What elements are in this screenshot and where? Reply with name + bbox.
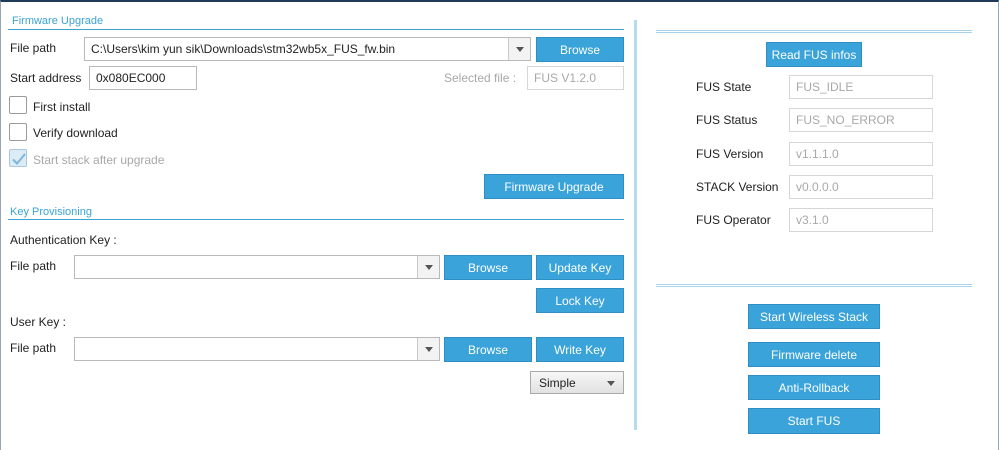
fus-info-bottom-divider — [656, 284, 972, 287]
fus-version-label: FUS Version — [696, 147, 764, 161]
user-key-label: User Key : — [10, 315, 67, 329]
firmware-upgrade-title: Firmware Upgrade — [12, 15, 104, 27]
user-browse-button[interactable]: Browse — [444, 337, 532, 362]
fus-operator-field: v3.1.0 — [789, 208, 933, 232]
fus-operator-label: FUS Operator — [696, 213, 771, 227]
start-wireless-stack-button[interactable]: Start Wireless Stack — [748, 304, 880, 329]
firmware-delete-button[interactable]: Firmware delete — [748, 342, 880, 367]
stack-version-label: STACK Version — [696, 180, 779, 194]
auth-file-path-label: File path — [10, 259, 57, 273]
read-fus-infos-button[interactable]: Read FUS infos — [766, 42, 862, 67]
user-file-path-label: File path — [10, 341, 57, 355]
firmware-upgrade-divider — [8, 29, 624, 30]
panel-separator — [634, 20, 637, 430]
lock-key-button[interactable]: Lock Key — [536, 288, 624, 313]
key-provisioning-title: Key Provisioning — [10, 206, 92, 218]
start-address-input[interactable]: 0x080EC000 — [89, 66, 197, 90]
file-path-label: File path — [10, 41, 57, 55]
start-fus-button[interactable]: Start FUS — [748, 408, 880, 434]
fus-version-field: v1.1.1.0 — [789, 142, 933, 166]
key-provisioning-divider — [8, 219, 624, 220]
start-address-label: Start address — [10, 71, 82, 85]
auth-key-label: Authentication Key : — [10, 233, 117, 247]
checkmark-icon — [12, 153, 26, 165]
fus-status-field: FUS_NO_ERROR — [789, 108, 933, 132]
verify-download-label: Verify download — [33, 126, 118, 140]
stack-version-field: v0.0.0.0 — [789, 175, 933, 199]
verify-download-checkbox[interactable] — [9, 123, 27, 141]
fus-info-top-divider — [656, 30, 972, 33]
write-key-button[interactable]: Write Key — [536, 337, 624, 362]
chevron-down-icon[interactable] — [508, 38, 530, 60]
key-type-selected: Simple — [539, 375, 576, 390]
selected-file-label: Selected file : — [444, 71, 517, 85]
chevron-down-icon[interactable] — [417, 338, 439, 360]
firmware-upgrade-button[interactable]: Firmware Upgrade — [484, 174, 624, 199]
first-install-checkbox[interactable] — [9, 96, 27, 114]
file-path-value: C:\Users\kim yun sik\Downloads\stm32wb5x… — [91, 42, 396, 56]
selected-file-field: FUS V1.2.0 — [527, 66, 624, 90]
first-install-label: First install — [33, 100, 91, 114]
auth-browse-button[interactable]: Browse — [444, 255, 532, 280]
user-file-path-combobox[interactable] — [74, 337, 440, 361]
fus-status-label: FUS Status — [696, 113, 758, 127]
dropdown-arrow-icon — [607, 381, 615, 386]
auth-file-path-combobox[interactable] — [74, 255, 440, 279]
fus-state-field: FUS_IDLE — [789, 75, 933, 99]
start-stack-label: Start stack after upgrade — [33, 153, 165, 167]
update-key-button[interactable]: Update Key — [536, 255, 624, 280]
file-path-combobox[interactable]: C:\Users\kim yun sik\Downloads\stm32wb5x… — [84, 37, 531, 61]
start-stack-checkbox[interactable] — [9, 149, 27, 167]
fus-state-label: FUS State — [696, 80, 752, 94]
firmware-browse-button[interactable]: Browse — [536, 37, 624, 62]
anti-rollback-button[interactable]: Anti-Rollback — [748, 375, 880, 400]
key-type-select[interactable]: Simple — [530, 371, 624, 394]
chevron-down-icon[interactable] — [417, 256, 439, 278]
